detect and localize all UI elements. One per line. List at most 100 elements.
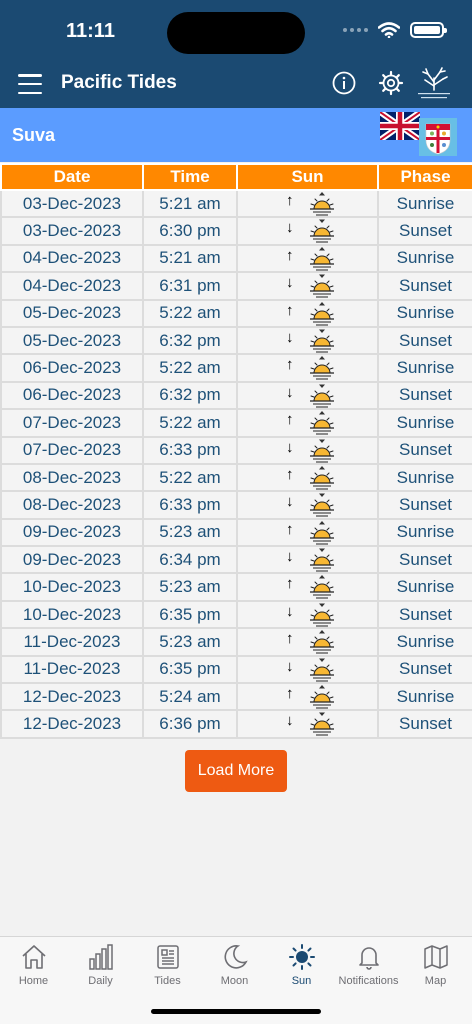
arrow-up-icon: ↑ (286, 630, 294, 648)
coral-logo-icon (418, 67, 450, 99)
arrow-down-icon: ↓ (286, 548, 294, 566)
date-cell: 03-Dec-2023 (0, 216, 144, 246)
hamburger-menu-icon[interactable] (18, 74, 42, 94)
time-cell: 6:35 pm (142, 654, 238, 685)
fiji-flag-icon (419, 118, 457, 156)
table-row: 12-Dec-2023 5:24 am ↑ Sunrise (0, 682, 472, 712)
sun-horizon-icon (310, 712, 334, 736)
sun-horizon-icon (310, 301, 334, 326)
cellular-signal-icon (343, 28, 368, 32)
battery-icon (410, 22, 447, 38)
sun-cell: ↓ (236, 325, 379, 356)
sun-cell: ↑ (236, 682, 379, 712)
home-icon (21, 945, 46, 969)
tab-tides[interactable]: Tides (134, 943, 201, 1003)
time-cell: 6:32 pm (142, 380, 238, 411)
date-cell: 11-Dec-2023 (0, 654, 144, 685)
arrow-up-icon: ↑ (286, 575, 294, 593)
table-row: 05-Dec-2023 5:22 am ↑ Sunrise (0, 298, 472, 328)
phase-cell: Sunset (377, 490, 472, 520)
sun-horizon-icon (310, 630, 334, 654)
gear-icon[interactable] (378, 70, 404, 96)
time-cell: 6:32 pm (142, 325, 238, 356)
sun-cell: ↓ (236, 709, 379, 739)
table-row: 11-Dec-2023 5:23 am ↑ Sunrise (0, 627, 472, 657)
info-icon[interactable] (332, 71, 356, 95)
time-cell: 6:33 pm (142, 435, 238, 465)
date-cell: 11-Dec-2023 (0, 627, 144, 657)
tab-map[interactable]: Map (402, 943, 469, 1003)
column-header-sun: Sun (236, 163, 379, 191)
load-more-button[interactable]: Load More (185, 750, 287, 792)
sun-icon (288, 944, 315, 970)
arrow-down-icon: ↓ (286, 602, 294, 620)
sun-horizon-icon (310, 246, 334, 271)
date-cell: 08-Dec-2023 (0, 490, 144, 520)
phase-cell: Sunrise (377, 353, 472, 383)
date-cell: 10-Dec-2023 (0, 599, 144, 630)
table-row: 06-Dec-2023 5:22 am ↑ Sunrise (0, 353, 472, 383)
table-row: 07-Dec-2023 5:22 am ↑ Sunrise (0, 408, 472, 438)
sun-horizon-icon (310, 603, 334, 627)
time-cell: 6:34 pm (142, 545, 238, 575)
sun-cell: ↑ (236, 462, 379, 493)
tab-label: Notifications (338, 975, 399, 987)
date-cell: 12-Dec-2023 (0, 709, 144, 739)
tab-moon[interactable]: Moon (201, 943, 268, 1003)
table-row: 03-Dec-2023 6:30 pm ↓ Sunset (0, 216, 472, 246)
sun-cell: ↑ (236, 188, 379, 219)
arrow-down-icon: ↓ (286, 219, 294, 237)
sun-cell: ↓ (236, 490, 379, 520)
tab-home[interactable]: Home (0, 943, 67, 1003)
time-cell: 5:22 am (142, 298, 238, 328)
arrow-down-icon: ↓ (286, 493, 294, 511)
tab-notifications[interactable]: Notifications (335, 943, 402, 1003)
tab-sun[interactable]: Sun (268, 943, 335, 1003)
sun-horizon-icon (310, 575, 334, 599)
dynamic-island (167, 12, 305, 54)
sun-cell: ↑ (236, 353, 379, 383)
sun-horizon-icon (310, 465, 334, 490)
time-cell: 5:21 am (142, 243, 238, 274)
arrow-up-icon: ↑ (286, 465, 294, 483)
time-cell: 5:23 am (142, 517, 238, 548)
date-cell: 04-Dec-2023 (0, 271, 144, 301)
sun-horizon-icon (310, 493, 334, 517)
arrow-up-icon: ↑ (286, 192, 294, 209)
sun-times-table: Date Time Sun Phase 03-Dec-2023 5:21 am ↑ S… (0, 163, 472, 739)
sun-horizon-icon (310, 548, 334, 572)
phase-cell: Sunrise (377, 408, 472, 438)
sun-cell: ↓ (236, 380, 379, 411)
tab-label: Moon (220, 975, 249, 987)
tab-daily[interactable]: Daily (67, 943, 134, 1003)
date-cell: 10-Dec-2023 (0, 572, 144, 602)
sun-horizon-icon (310, 219, 334, 243)
table-row: 04-Dec-2023 6:31 pm ↓ Sunset (0, 271, 472, 301)
tab-label: Map (424, 975, 447, 987)
phase-cell: Sunrise (377, 462, 472, 493)
table-row: 08-Dec-2023 5:22 am ↑ Sunrise (0, 462, 472, 493)
phase-cell: Sunset (377, 216, 472, 246)
sun-cell: ↓ (236, 271, 379, 301)
moon-icon (223, 945, 248, 969)
sun-horizon-icon (310, 384, 334, 408)
phase-cell: Sunset (377, 271, 472, 301)
location-name: Suva (12, 125, 56, 145)
sun-horizon-icon (310, 274, 334, 298)
time-cell: 5:23 am (142, 572, 238, 602)
time-cell: 5:22 am (142, 462, 238, 493)
phase-cell: Sunset (377, 380, 472, 411)
arrow-down-icon: ↓ (286, 328, 294, 346)
phase-cell: Sunset (377, 325, 472, 356)
date-cell: 03-Dec-2023 (0, 188, 144, 219)
table-row: 03-Dec-2023 5:21 am ↑ Sunrise (0, 188, 472, 219)
table-row: 10-Dec-2023 6:35 pm ↓ Sunset (0, 599, 472, 630)
wifi-icon (378, 22, 400, 38)
arrow-up-icon: ↑ (286, 685, 294, 703)
phase-cell: Sunrise (377, 188, 472, 219)
column-header-phase: Phase (377, 163, 472, 191)
sun-horizon-icon (310, 192, 334, 216)
sun-cell: ↑ (236, 298, 379, 328)
phase-cell: Sunrise (377, 627, 472, 657)
table-row: 06-Dec-2023 6:32 pm ↓ Sunset (0, 380, 472, 411)
